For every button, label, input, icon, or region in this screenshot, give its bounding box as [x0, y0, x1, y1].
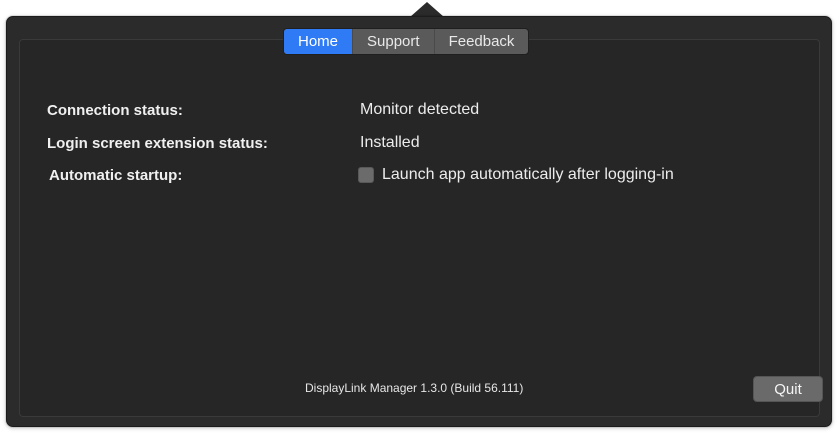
automatic-startup-label: Automatic startup: [49, 167, 183, 184]
popover-panel [6, 16, 832, 427]
popover-arrow [410, 2, 444, 17]
content-panel [19, 39, 820, 417]
tab-home[interactable]: Home [284, 29, 354, 54]
displaylink-manager-window: Home Support Feedback Connection status:… [0, 0, 837, 434]
tab-feedback[interactable]: Feedback [435, 29, 529, 54]
version-text: DisplayLink Manager 1.3.0 (Build 56.111) [305, 381, 524, 395]
launch-at-login-label[interactable]: Launch app automatically after logging-i… [382, 166, 674, 184]
connection-status-label: Connection status: [47, 102, 183, 119]
tab-bar: Home Support Feedback [283, 28, 530, 55]
launch-at-login-row[interactable]: Launch app automatically after logging-i… [358, 166, 674, 184]
tab-support[interactable]: Support [353, 29, 435, 54]
login-extension-status-label: Login screen extension status: [47, 135, 268, 152]
connection-status-value: Monitor detected [360, 101, 480, 118]
launch-at-login-checkbox[interactable] [358, 167, 374, 183]
login-extension-status-value: Installed [360, 134, 420, 151]
quit-button[interactable]: Quit [753, 376, 823, 402]
